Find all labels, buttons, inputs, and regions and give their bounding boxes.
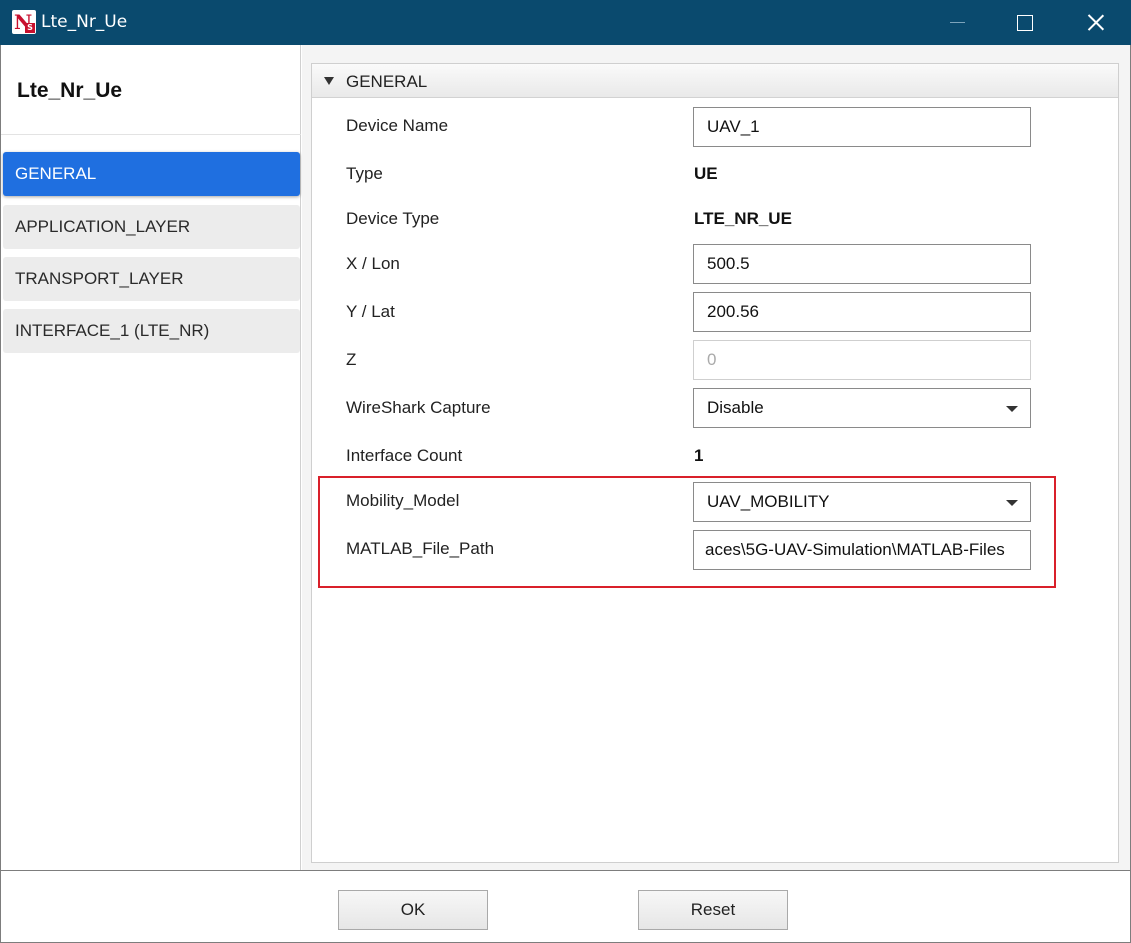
wireshark-capture-select[interactable]: Disable (693, 388, 1031, 428)
z-input: 0 (693, 340, 1031, 380)
dialog-footer: OK Reset (1, 870, 1130, 943)
matlab-file-path-label: MATLAB_File_Path (346, 539, 495, 558)
ok-button[interactable]: OK (338, 890, 488, 930)
device-name-label: Device Name (346, 116, 449, 135)
window-title: Lte_Nr_Ue (41, 12, 128, 32)
netsim-app-icon: N S (12, 10, 36, 34)
x-lon-label: X / Lon (346, 254, 400, 273)
sidebar-item-application-layer[interactable]: APPLICATION_LAYER (3, 205, 300, 249)
wireshark-capture-value: Disable (707, 398, 764, 417)
wireshark-capture-label: WireShark Capture (346, 398, 491, 417)
general-section-header[interactable]: GENERAL (312, 64, 1118, 98)
y-lat-label: Y / Lat (346, 302, 395, 321)
z-label: Z (346, 350, 357, 369)
sidebar-item-general[interactable]: GENERAL (3, 152, 300, 196)
sidebar-item-interface-1[interactable]: INTERFACE_1 (LTE_NR) (3, 309, 300, 353)
x-lon-input[interactable]: 500.5 (693, 244, 1031, 284)
reset-button[interactable]: Reset (638, 890, 788, 930)
app-icon-badge: S (25, 23, 35, 33)
minimize-button[interactable] (926, 0, 988, 45)
device-type-label: Device Type (346, 209, 440, 228)
device-name-input[interactable]: UAV_1 (693, 107, 1031, 147)
matlab-file-path-input[interactable]: aces\5G-UAV-Simulation\MATLAB-Files (693, 530, 1031, 570)
close-button[interactable] (1064, 0, 1126, 45)
y-lat-input[interactable]: 200.56 (693, 292, 1031, 332)
sidebar-divider (1, 134, 301, 135)
type-value: UE (694, 164, 718, 183)
section-title: GENERAL (346, 72, 428, 91)
dropdown-arrow-icon (1006, 500, 1018, 506)
mobility-model-value: UAV_MOBILITY (707, 492, 830, 511)
type-label: Type (346, 164, 383, 183)
interface-count-label: Interface Count (346, 446, 463, 465)
mobility-model-select[interactable]: UAV_MOBILITY (693, 482, 1031, 522)
sidebar: Lte_Nr_Ue GENERAL APPLICATION_LAYER TRAN… (1, 45, 301, 870)
title-bar: N S Lte_Nr_Ue (0, 0, 1131, 45)
sidebar-item-transport-layer[interactable]: TRANSPORT_LAYER (3, 257, 300, 301)
mobility-model-label: Mobility_Model (346, 491, 460, 510)
collapse-triangle-icon[interactable] (324, 77, 334, 85)
device-title: Lte_Nr_Ue (17, 79, 123, 102)
interface-count-value: 1 (694, 446, 704, 465)
maximize-button[interactable] (993, 0, 1055, 45)
dropdown-arrow-icon (1006, 406, 1018, 412)
device-type-value: LTE_NR_UE (694, 209, 792, 228)
